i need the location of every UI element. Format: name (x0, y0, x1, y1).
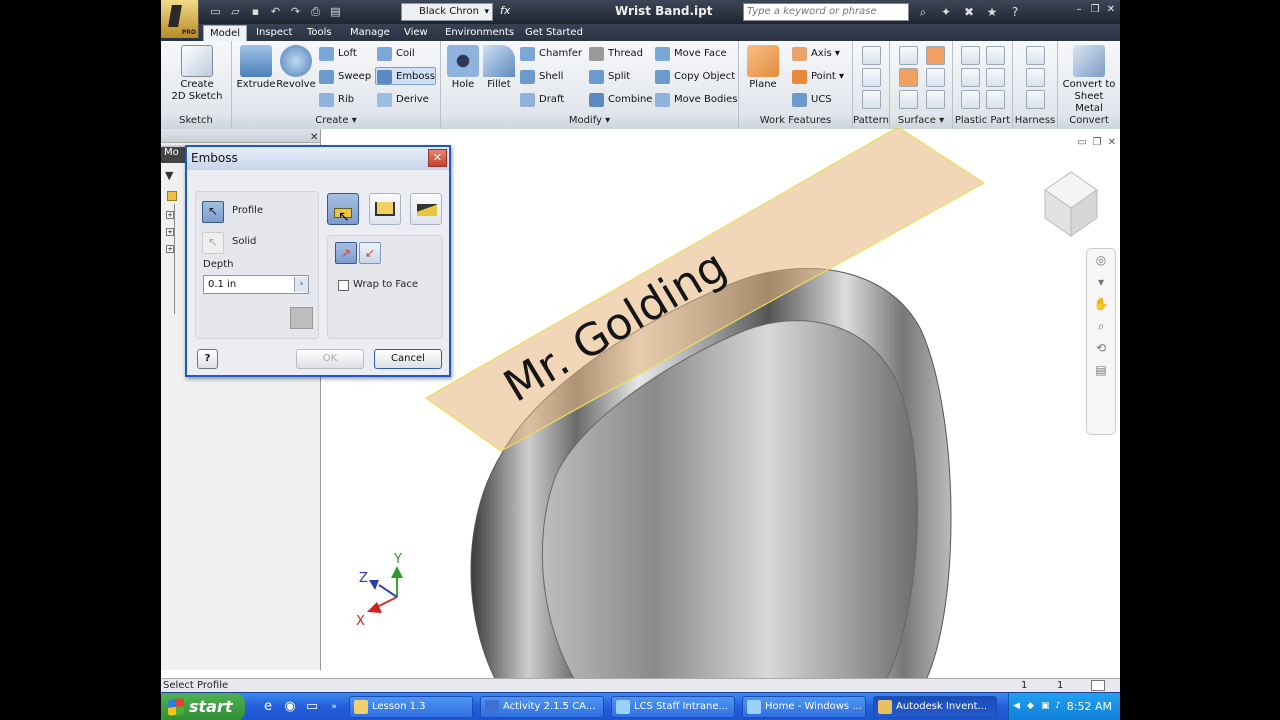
windows-taskbar: start e ◉ ▭ » Lesson 1.3 Activity 2.1.5 … (161, 692, 1120, 720)
tray-icons: ◀ ◆ ▣ ♪ (1013, 700, 1067, 712)
ie-quicklaunch-icon[interactable]: e (259, 698, 277, 716)
top-face-color-swatch[interactable] (290, 307, 313, 329)
depth-label: Depth (203, 259, 234, 270)
triad-y-label: Y (393, 552, 402, 567)
look-at-icon[interactable]: ▤ (1087, 359, 1115, 381)
inventor-logo-icon (168, 5, 182, 27)
navigation-bar: ◎ ▾ ✋ ⌕ ⟲ ▤ (1086, 248, 1116, 435)
taskbar-item-lcs[interactable]: LCS Staff Intrane... (611, 696, 735, 718)
inventor-icon (878, 700, 892, 714)
arrow-cursor-disabled-icon: ↖ (208, 235, 219, 249)
help-button[interactable]: ? (197, 349, 218, 369)
engrave-from-face-icon (375, 202, 395, 216)
coordinate-triad: Y X Z (356, 552, 403, 629)
taskbar-item-home[interactable]: Home - Windows ... (742, 696, 866, 718)
cancel-button[interactable]: Cancel (374, 349, 442, 369)
ok-button[interactable]: OK (296, 349, 364, 369)
start-button[interactable]: start (161, 693, 245, 720)
ie-icon (616, 700, 630, 714)
tray-volume-icon[interactable]: ♪ (1055, 700, 1067, 712)
arrow-cursor-icon: ↖ (208, 204, 219, 218)
view-cube[interactable] (1044, 171, 1098, 237)
tray-security-icon[interactable]: ◆ (1027, 700, 1039, 712)
ie-icon-2 (747, 700, 761, 714)
taskbar-item-inventor[interactable]: Autodesk Invent... (873, 696, 997, 718)
wrap-to-face-label: Wrap to Face (353, 279, 419, 290)
taskbar-item-lesson[interactable]: Lesson 1.3 (349, 696, 473, 718)
nav-dropdown-icon[interactable]: ▾ (1087, 271, 1115, 293)
clock: 8:52 AM (1066, 700, 1112, 713)
pan-icon[interactable]: ✋ (1087, 293, 1115, 315)
desktop-quicklaunch-icon[interactable]: ▭ (303, 698, 321, 716)
taskbar-item-inventor-label: Autodesk Invent... (896, 701, 988, 712)
status-count-2: 1 (1057, 680, 1064, 691)
triad-x-label: X (356, 614, 365, 629)
solid-label: Solid (232, 236, 257, 247)
steering-wheel-icon[interactable]: ◎ (1087, 249, 1115, 271)
status-bar: Select Profile 1 1 (161, 678, 1120, 692)
pro-badge: PRO (181, 29, 196, 36)
direction-button-1[interactable]: ↗ (335, 242, 357, 264)
emboss-engrave-from-plane-button[interactable] (410, 193, 442, 225)
direction-button-2[interactable]: ↙ (359, 242, 381, 264)
dialog-close-button[interactable]: ✕ (428, 149, 447, 167)
orbit-icon[interactable]: ⟲ (1087, 337, 1115, 359)
browser-close-icon[interactable]: ✕ (310, 132, 318, 143)
quicklaunch-more-icon[interactable]: » (325, 698, 343, 716)
engrave-from-face-button[interactable] (369, 193, 401, 225)
direction-flip-icon: ↙ (365, 246, 376, 260)
word-icon (485, 700, 499, 714)
folder-icon (354, 700, 368, 714)
status-count-1: 1 (1021, 680, 1028, 691)
triad-z-label: Z (359, 571, 368, 586)
direction-arrow-icon: ↗ (341, 246, 352, 260)
wrap-to-face-checkbox[interactable] (338, 280, 349, 291)
taskbar-item-activity[interactable]: Activity 2.1.5 CA... (480, 696, 604, 718)
emboss-plane-icon (417, 204, 437, 216)
zoom-icon[interactable]: ⌕ (1087, 315, 1115, 337)
tray-network-icon[interactable]: ▣ (1041, 700, 1053, 712)
profile-label: Profile (232, 205, 264, 216)
emboss-dialog: Emboss ✕ ↖ Profile ↖ Solid Depth 0.1 in … (185, 145, 451, 377)
application-menu-button[interactable]: PRO (161, 0, 199, 38)
taskbar-item-lcs-label: LCS Staff Intrane... (634, 701, 729, 712)
mouse-cursor-icon: ↖ (338, 209, 350, 225)
tray-back-icon[interactable]: ◀ (1013, 700, 1025, 712)
emboss-dialog-title: Emboss (187, 147, 449, 170)
start-label: start (189, 697, 233, 716)
depth-flyout-icon[interactable]: › (294, 277, 308, 292)
system-tray: ◀ ◆ ▣ ♪ 8:52 AM (1008, 693, 1120, 720)
status-indicator (1091, 680, 1105, 691)
taskbar-item-activity-label: Activity 2.1.5 CA... (503, 701, 596, 712)
windows-flag-icon (168, 698, 184, 716)
firefox-quicklaunch-icon[interactable]: ◉ (281, 698, 299, 716)
profile-select-button[interactable]: ↖ (202, 201, 224, 223)
status-text: Select Profile (163, 680, 229, 691)
taskbar-item-home-label: Home - Windows ... (765, 701, 862, 712)
solid-select-button[interactable]: ↖ (202, 232, 224, 254)
taskbar-item-lesson-label: Lesson 1.3 (372, 701, 426, 712)
